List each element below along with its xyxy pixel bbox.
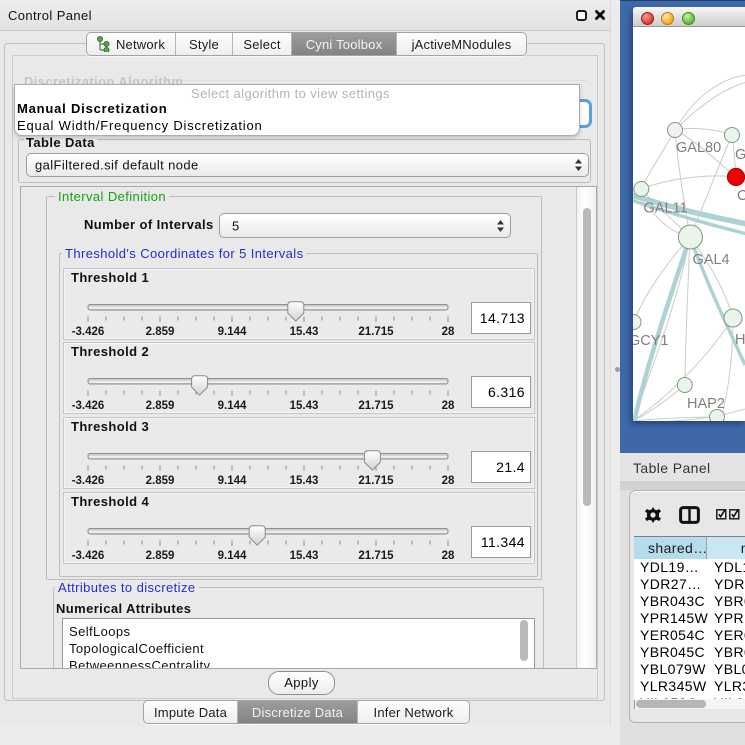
svg-text:15.43: 15.43 [290, 475, 319, 487]
svg-text:-3.426: -3.426 [72, 475, 105, 487]
svg-text:2.859: 2.859 [146, 400, 175, 412]
svg-text:GAL80: GAL80 [676, 140, 721, 156]
svg-text:H: H [735, 332, 745, 348]
svg-text:C: C [737, 188, 745, 204]
svg-text:21.715: 21.715 [358, 326, 394, 338]
svg-text:21.715: 21.715 [358, 475, 394, 487]
svg-text:GAL4: GAL4 [693, 252, 730, 268]
svg-text:9.144: 9.144 [218, 326, 247, 338]
svg-text:2.859: 2.859 [146, 326, 175, 338]
svg-text:21.715: 21.715 [358, 400, 394, 412]
svg-text:2.859: 2.859 [146, 475, 175, 487]
svg-text:-3.426: -3.426 [72, 326, 105, 338]
svg-text:28: 28 [442, 550, 455, 562]
svg-text:9.144: 9.144 [218, 400, 247, 412]
svg-text:HAP2: HAP2 [687, 396, 725, 412]
svg-text:9.144: 9.144 [218, 550, 247, 562]
svg-text:28: 28 [442, 400, 455, 412]
svg-text:15.43: 15.43 [290, 400, 319, 412]
svg-text:15.43: 15.43 [290, 550, 319, 562]
svg-text:9.144: 9.144 [218, 475, 247, 487]
svg-text:28: 28 [442, 326, 455, 338]
svg-text:-3.426: -3.426 [72, 550, 105, 562]
svg-text:15.43: 15.43 [290, 326, 319, 338]
svg-text:-3.426: -3.426 [72, 400, 105, 412]
svg-text:28: 28 [442, 475, 455, 487]
svg-text:GAL11: GAL11 [644, 201, 688, 217]
svg-text:GCY1: GCY1 [633, 333, 669, 349]
svg-text:21.715: 21.715 [358, 550, 394, 562]
svg-text:2.859: 2.859 [146, 550, 175, 562]
svg-text:GA: GA [735, 147, 745, 163]
